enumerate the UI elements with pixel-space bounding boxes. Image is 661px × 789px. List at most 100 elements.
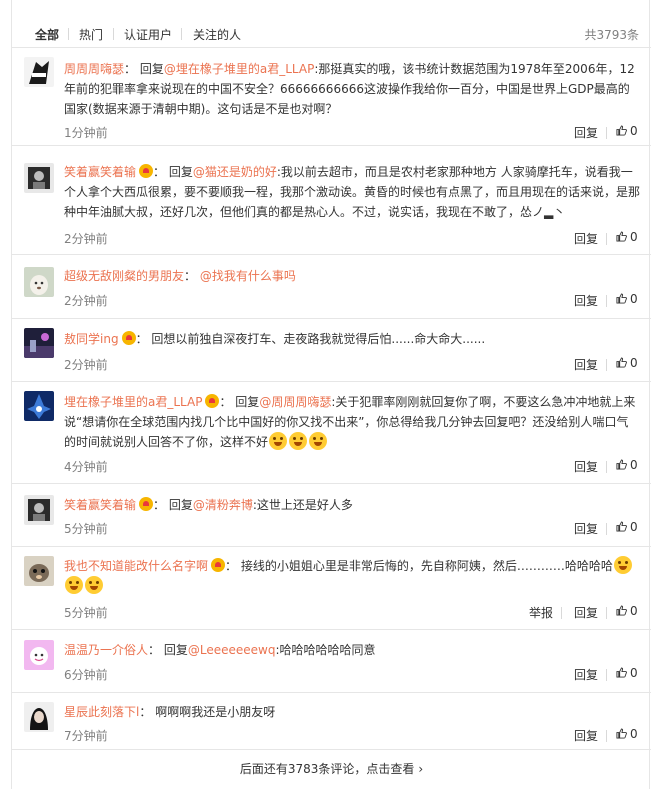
reply-button[interactable]: 回复 — [574, 230, 598, 247]
reply-button[interactable]: 回复 — [574, 292, 598, 309]
tab-divider — [113, 28, 114, 40]
comment-time: 2分钟前 — [64, 294, 108, 308]
comment-mention[interactable]: @埋在橡子堆里的a君_LLAP — [164, 62, 314, 76]
comment-text: 笑着赢笑着输： 回复@猫还是奶的好:我以前去超市，而且是农村老家那种地方 人家骑… — [64, 164, 641, 219]
comment-text: 星辰此刻落下l： 啊啊啊我还是小朋友呀 — [64, 705, 276, 719]
like-button[interactable]: 0 — [616, 604, 638, 618]
action-divider — [606, 523, 607, 535]
avatar[interactable] — [24, 57, 54, 87]
report-button[interactable]: 举报 — [529, 604, 553, 621]
reply-button[interactable]: 回复 — [574, 458, 598, 475]
action-divider — [606, 461, 607, 473]
tab-all[interactable]: 全部 — [35, 26, 59, 43]
comment-username[interactable]: 温温乃一介俗人 — [64, 643, 148, 657]
comment-time: 2分钟前 — [64, 358, 108, 372]
list-item: 我也不知道能改什么名字啊： 接线的小姐姐心里是非常后悔的，先自称阿姨，然后………… — [12, 548, 651, 630]
avatar[interactable] — [24, 328, 54, 358]
comment-mention[interactable]: @清粉奔博 — [193, 498, 253, 512]
comment-text: 我也不知道能改什么名字啊： 接线的小姐姐心里是非常后悔的，先自称阿姨，然后………… — [64, 556, 640, 596]
tab-following[interactable]: 关注的人 — [193, 26, 241, 43]
vip-badge-icon — [139, 164, 154, 178]
action-divider — [606, 295, 607, 307]
list-item: 笑着赢笑着输： 回复@清粉奔博:这世上还是好人多 5分钟前 回复 0 — [12, 485, 651, 547]
comment-text: 笑着赢笑着输： 回复@清粉奔博:这世上还是好人多 — [64, 497, 353, 512]
tab-divider — [68, 28, 69, 40]
comment-text: 超级无敌刚粲的男朋友： @找我有什么事吗 — [64, 269, 296, 283]
reply-button[interactable]: 回复 — [574, 604, 598, 621]
comment-mention[interactable]: @周周周嗨瑟 — [259, 395, 331, 409]
avatar[interactable] — [24, 267, 54, 297]
avatar[interactable] — [24, 495, 54, 525]
tab-hot[interactable]: 热门 — [79, 26, 103, 43]
laughing-emoji-icon — [269, 432, 288, 450]
comment-username[interactable]: 星辰此刻落下l — [64, 705, 139, 719]
comment-time: 6分钟前 — [64, 668, 108, 682]
reply-button[interactable]: 回复 — [574, 520, 598, 537]
action-divider — [606, 233, 607, 245]
comment-time: 1分钟前 — [64, 126, 108, 140]
like-button[interactable]: 0 — [616, 356, 638, 370]
reply-button[interactable]: 回复 — [574, 666, 598, 683]
like-button[interactable]: 0 — [616, 230, 638, 244]
like-button[interactable]: 0 — [616, 520, 638, 534]
comment-panel: 全部 热门 认证用户 关注的人 共3793条 周周周嗨瑟： 回复@埋在橡子堆里的… — [11, 0, 651, 789]
thumbs-up-icon — [616, 459, 627, 470]
comment-mention[interactable]: @猫还是奶的好 — [193, 165, 277, 179]
like-button[interactable]: 0 — [616, 666, 638, 680]
avatar[interactable] — [24, 702, 54, 732]
like-button[interactable]: 0 — [616, 292, 638, 306]
like-button[interactable]: 0 — [616, 727, 638, 741]
action-divider — [606, 359, 607, 371]
comment-username[interactable]: 笑着赢笑着输 — [64, 498, 136, 512]
reply-button[interactable]: 回复 — [574, 356, 598, 373]
list-item: 埋在橡子堆里的a君_LLAP： 回复@周周周嗨瑟:关于犯罪率刚刚就回复你了啊，不… — [12, 383, 651, 484]
avatar[interactable] — [24, 163, 54, 193]
comment-username[interactable]: 敖同学ing — [64, 332, 119, 346]
avatar[interactable] — [24, 391, 54, 421]
comment-text: 埋在橡子堆里的a君_LLAP： 回复@周周周嗨瑟:关于犯罪率刚刚就回复你了啊，不… — [64, 394, 636, 450]
avatar[interactable] — [24, 640, 54, 670]
action-divider — [606, 730, 607, 742]
comment-username[interactable]: 超级无敌刚粲的男朋友 — [64, 269, 184, 283]
comment-mention[interactable]: @Leeeeeeewq — [188, 643, 276, 657]
comment-filter-tabs: 全部 热门 认证用户 关注的人 共3793条 — [12, 20, 651, 48]
comment-mention[interactable]: @找我有什么事吗 — [200, 269, 296, 283]
thumbs-up-icon — [616, 357, 627, 368]
comment-text: 周周周嗨瑟： 回复@埋在橡子堆里的a君_LLAP:那挺真实的哦，该书统计数据范围… — [64, 62, 635, 116]
comment-time: 2分钟前 — [64, 232, 108, 246]
list-item: 笑着赢笑着输： 回复@猫还是奶的好:我以前去超市，而且是农村老家那种地方 人家骑… — [12, 156, 651, 255]
comment-text: 温温乃一介俗人： 回复@Leeeeeeewq:哈哈哈哈哈哈同意 — [64, 643, 376, 657]
list-item: 温温乃一介俗人： 回复@Leeeeeeewq:哈哈哈哈哈哈同意 6分钟前 回复 … — [12, 631, 651, 693]
laughing-tears-emoji-icon — [613, 556, 632, 574]
thumbs-up-icon — [616, 521, 627, 532]
laughing-emoji-icon — [289, 432, 308, 450]
comment-time: 5分钟前 — [64, 606, 108, 620]
action-divider — [606, 607, 607, 619]
tab-verified-users[interactable]: 认证用户 — [124, 26, 172, 43]
comment-text: 敖同学ing： 回想以前独自深夜打车、走夜路我就觉得后怕......命大命大..… — [64, 331, 486, 346]
comment-username[interactable]: 我也不知道能改什么名字啊 — [64, 559, 208, 573]
reply-button[interactable]: 回复 — [574, 124, 598, 141]
comment-time: 5分钟前 — [64, 522, 108, 536]
list-item: 超级无敌刚粲的男朋友： @找我有什么事吗 2分钟前 回复 0 — [12, 256, 651, 319]
chevron-right-icon: › — [418, 762, 424, 776]
vip-badge-icon — [139, 497, 154, 511]
comment-username[interactable]: 笑着赢笑着输 — [64, 165, 136, 179]
reply-button[interactable]: 回复 — [574, 727, 598, 744]
thumbs-up-icon — [616, 125, 627, 136]
like-button[interactable]: 0 — [616, 458, 638, 472]
comment-total-count: 共3793条 — [584, 28, 639, 42]
vip-badge-icon — [205, 394, 220, 408]
comment-username[interactable]: 埋在橡子堆里的a君_LLAP — [64, 395, 202, 409]
thumbs-up-icon — [616, 293, 627, 304]
load-more-label: 后面还有3783条评论，点击查看 — [239, 762, 415, 776]
thumbs-up-icon — [616, 231, 627, 242]
avatar[interactable] — [24, 556, 54, 586]
load-more-comments-link[interactable]: 后面还有3783条评论，点击查看 › — [12, 760, 651, 786]
comment-username[interactable]: 周周周嗨瑟 — [64, 62, 124, 76]
list-item: 周周周嗨瑟： 回复@埋在橡子堆里的a君_LLAP:那挺真实的哦，该书统计数据范围… — [12, 57, 651, 146]
like-button[interactable]: 0 — [616, 124, 638, 138]
thumbs-up-icon — [616, 605, 627, 616]
laughing-emoji-icon — [309, 432, 328, 450]
list-item: 敖同学ing： 回想以前独自深夜打车、走夜路我就觉得后怕......命大命大..… — [12, 320, 651, 382]
